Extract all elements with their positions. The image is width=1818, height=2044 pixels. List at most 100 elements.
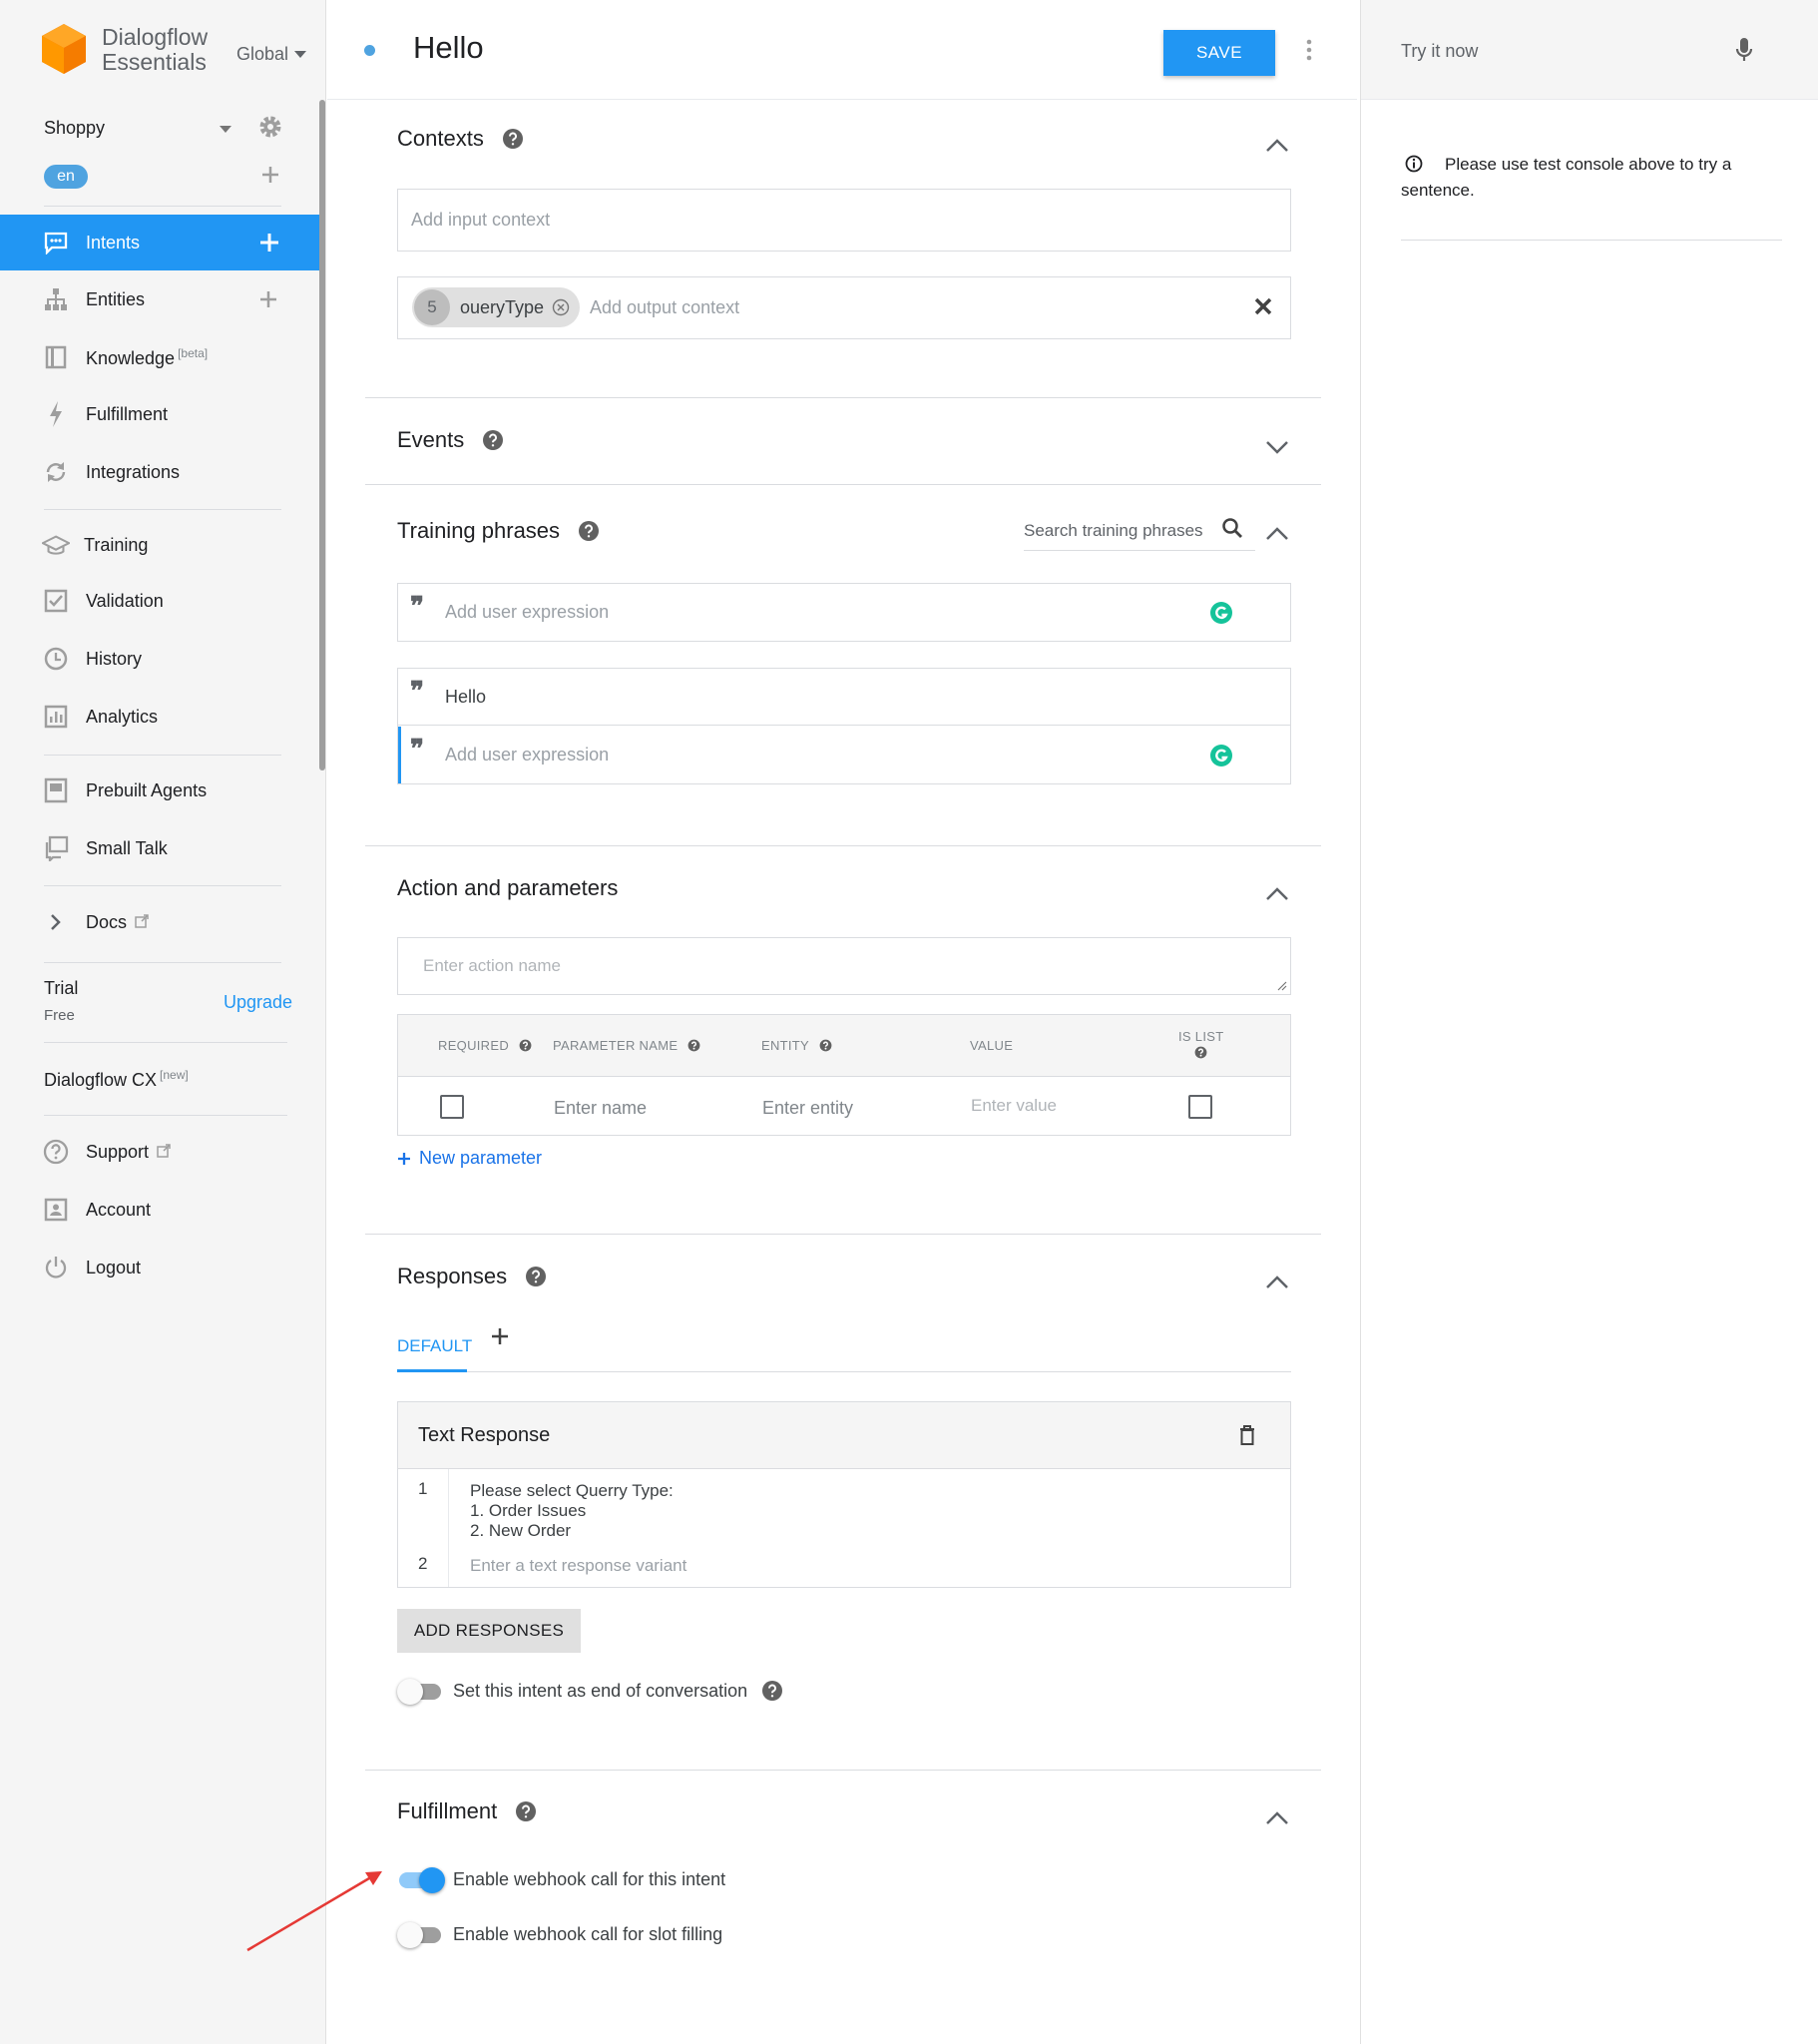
help-icon[interactable] [519,1039,532,1052]
hierarchy-icon [42,285,70,313]
parameter-name-input[interactable]: Enter name [554,1098,647,1119]
try-it-now-input[interactable]: Try it now [1401,41,1478,62]
help-icon[interactable] [502,128,524,150]
sidebar: Dialogflow Essentials Global Shoppy en I… [0,0,326,2044]
response-variant-input[interactable]: Enter a text response variant [470,1556,686,1576]
sidebar-item-label: History [86,648,143,669]
sidebar-scrollbar[interactable] [319,100,325,770]
column-required: REQUIRED [438,1038,532,1053]
lightning-icon [42,400,70,428]
column-is-list: IS LIST [1178,1029,1223,1059]
training-phrases-header[interactable]: Training phrases [397,518,600,544]
sidebar-item-training[interactable]: Training [0,517,321,573]
value-input[interactable]: Enter value [971,1096,1057,1116]
chevron-up-icon[interactable] [1265,1810,1289,1826]
add-platform-icon[interactable] [491,1327,509,1345]
sidebar-item-logout[interactable]: Logout [0,1240,321,1295]
divider [365,397,1321,398]
trash-icon[interactable] [1238,1424,1256,1446]
gear-icon[interactable] [257,114,283,140]
contexts-header[interactable]: Contexts [397,126,524,152]
training-phrase-row[interactable]: ❞ Hello [398,669,1290,726]
chevron-down-icon[interactable] [1265,439,1289,455]
chevron-up-icon[interactable] [1265,138,1289,154]
context-lifespan[interactable]: 5 [414,289,450,325]
required-checkbox[interactable] [440,1095,464,1119]
help-icon[interactable] [515,1800,537,1822]
sidebar-item-small-talk[interactable]: Small Talk [0,820,321,876]
input-context-field[interactable]: Add input context [397,189,1291,252]
expression-row-focused[interactable]: ❞ Add user expression [398,727,1290,783]
search-icon[interactable] [1221,517,1243,539]
help-icon[interactable] [819,1039,832,1052]
chevron-up-icon[interactable] [1265,886,1289,902]
responses-header[interactable]: Responses [397,1264,547,1289]
help-icon[interactable] [482,429,504,451]
save-button[interactable]: SAVE [1163,30,1275,76]
column-label: PARAMETER NAME [553,1038,679,1053]
sidebar-item-label: Intents [86,232,141,253]
slot-filling-webhook-toggle[interactable] [397,1922,443,1948]
agent-selector[interactable]: Shoppy [44,118,105,139]
sidebar-item-entities[interactable]: Entities [0,271,321,327]
chevron-up-icon[interactable] [1265,526,1289,542]
chevron-up-icon[interactable] [1265,1275,1289,1290]
sidebar-item-knowledge[interactable]: Knowledge [beta] [0,329,321,385]
action-name-input[interactable]: Enter action name [397,937,1291,995]
sidebar-item-intents[interactable]: Intents [0,215,321,270]
sidebar-item-fulfillment[interactable]: Fulfillment [0,386,321,442]
clear-icon[interactable] [1254,297,1272,315]
is-list-checkbox[interactable] [1188,1095,1212,1119]
sidebar-item-history[interactable]: History [0,631,321,687]
response-line: 1. Order Issues [470,1501,587,1520]
resize-handle-icon[interactable] [1277,981,1287,991]
more-vert-icon[interactable] [1305,38,1313,62]
end-conversation-toggle[interactable] [397,1679,443,1705]
help-icon[interactable] [761,1680,783,1702]
entity-input[interactable]: Enter entity [762,1098,853,1119]
fulfillment-header[interactable]: Fulfillment [397,1798,537,1824]
help-icon[interactable] [1194,1046,1207,1059]
help-icon[interactable] [578,520,600,542]
grammarly-icon[interactable] [1209,744,1233,767]
help-icon[interactable] [525,1266,547,1287]
events-header[interactable]: Events [397,427,504,453]
agent-caret-down-icon[interactable] [220,126,231,134]
webhook-toggle[interactable] [399,1867,445,1893]
text-response-card: Text Response 1 Please select Querry Typ… [397,1401,1291,1588]
column-label: VALUE [970,1038,1014,1053]
region-selector[interactable]: Global [236,44,307,65]
add-intent-icon[interactable] [259,233,279,253]
add-language-icon[interactable] [261,166,279,184]
add-entity-icon[interactable] [259,290,277,308]
sidebar-item-integrations[interactable]: Integrations [0,444,321,500]
search-training-phrases-input[interactable]: Search training phrases [1024,517,1255,551]
sidebar-item-validation[interactable]: Validation [0,573,321,629]
grammarly-icon[interactable] [1209,601,1233,625]
microphone-icon[interactable] [1735,36,1753,64]
sidebar-item-prebuilt-agents[interactable]: Prebuilt Agents [0,763,321,818]
help-icon[interactable] [687,1039,700,1052]
sidebar-item-docs[interactable]: Docs [0,894,321,950]
search-placeholder: Search training phrases [1024,521,1203,540]
section-title: Training phrases [397,518,561,543]
add-expression-field[interactable]: ❞ Add user expression [397,583,1291,642]
new-parameter-link[interactable]: New parameter [397,1148,542,1169]
remove-chip-icon[interactable] [552,298,570,316]
intent-name-input[interactable]: Hello [413,30,484,66]
sidebar-item-analytics[interactable]: Analytics [0,689,321,745]
brand[interactable]: Dialogflow Essentials [40,22,208,78]
output-context-field[interactable]: 5 oueryType Add output context [397,276,1291,339]
language-badge[interactable]: en [44,165,88,189]
tab-default[interactable]: DEFAULT [397,1336,472,1356]
output-context-chip[interactable]: 5 oueryType [412,287,580,327]
add-responses-button[interactable]: ADD RESPONSES [397,1609,581,1653]
upgrade-link[interactable]: Upgrade [224,992,292,1013]
sidebar-item-support[interactable]: Support [0,1124,321,1180]
expression-row[interactable]: ❞ Add user expression [398,584,1290,641]
sidebar-item-account[interactable]: Account [0,1182,321,1238]
action-parameters-header[interactable]: Action and parameters [397,875,618,901]
response-text-input[interactable]: Please select Querry Type: 1. Order Issu… [470,1481,674,1541]
try-it-now-bar[interactable]: Try it now [1361,0,1818,100]
dialogflow-cx-link[interactable]: Dialogflow CX [new] [44,1068,189,1091]
